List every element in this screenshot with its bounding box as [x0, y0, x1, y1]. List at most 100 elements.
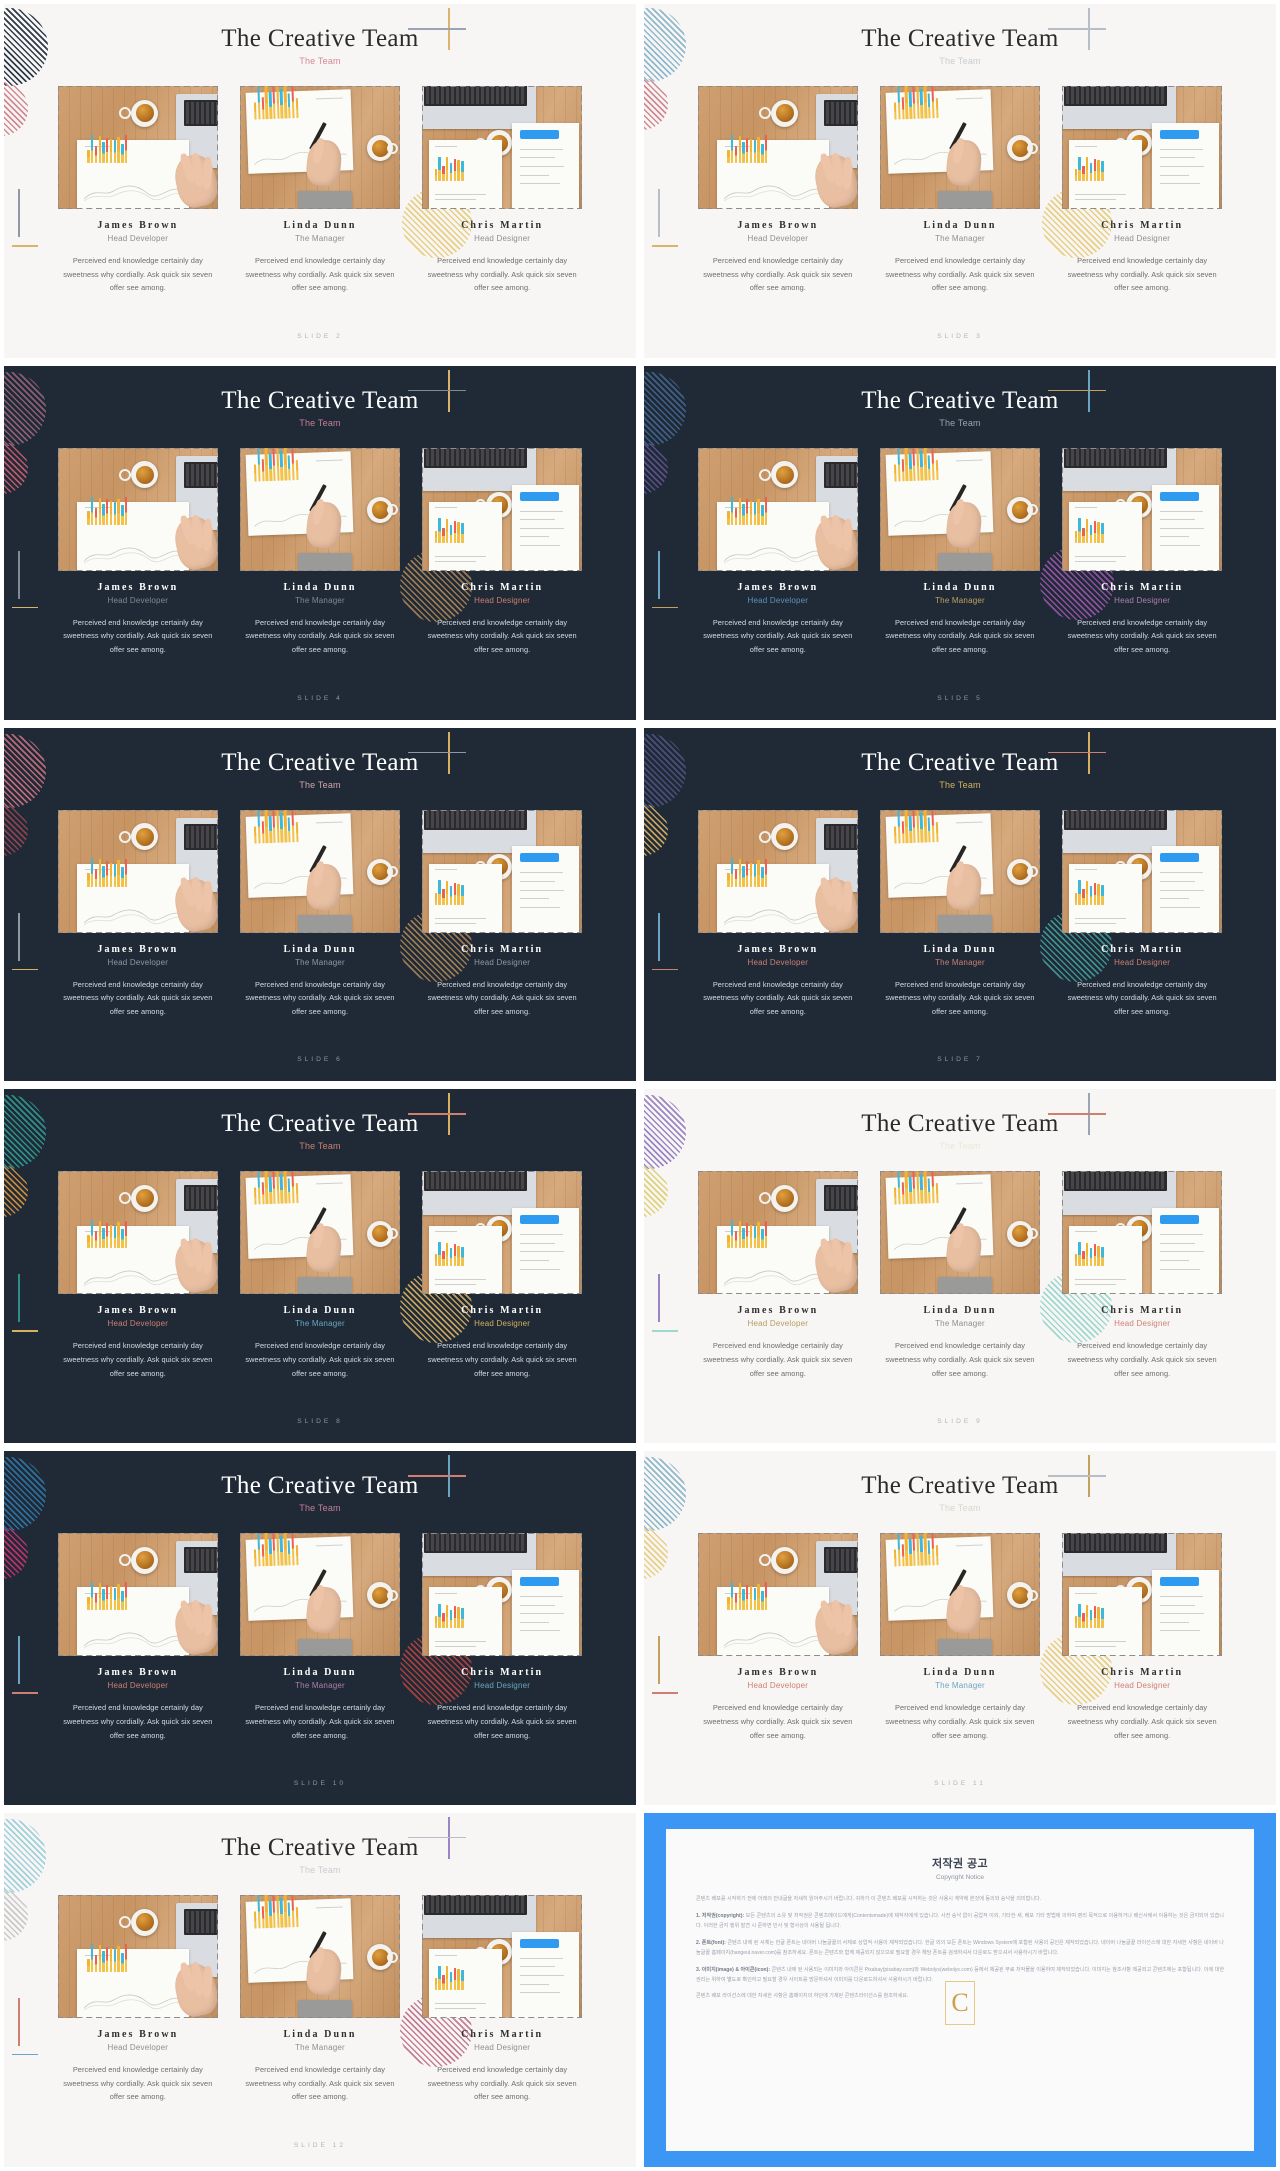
slide-thumbnail-cell[interactable]: The Creative Team The Team James Brown Head…: [640, 723, 1280, 1086]
team-member-card[interactable]: Chris Martin Head Designer Perceived end k…: [420, 808, 584, 1019]
slide-thumbnail-cell[interactable]: The Creative Team The Team James Brown Head…: [0, 1808, 640, 2171]
slide-header: The Creative Team The Team: [4, 1111, 636, 1151]
slide-thumbnail-cell[interactable]: The Creative Team The Team James Brown Head…: [0, 1085, 640, 1448]
slide-number: SLIDE 4: [297, 694, 343, 702]
team-member-card[interactable]: James Brown Head Developer Perceived end k…: [56, 1893, 220, 2104]
team-member-card[interactable]: James Brown Head Developer Perceived end k…: [56, 1531, 220, 1742]
slide-s11[interactable]: The Creative Team The Team James Brown Head…: [4, 1812, 636, 2167]
slide-thumbnail-cell[interactable]: The Creative Team The Team James Brown Head…: [0, 361, 640, 724]
member-description: Perceived end knowledge certainly day sw…: [703, 1703, 853, 1740]
slide-s8[interactable]: The Creative Team The Team James Brown Head…: [644, 1089, 1276, 1444]
team-member-card[interactable]: Chris Martin Head Designer Perceived end k…: [420, 1893, 584, 2104]
slide-thumbnail-cell[interactable]: The Creative Team The Team James Brown Head…: [640, 0, 1280, 362]
team-member-columns: James Brown Head Developer Perceived end k…: [696, 446, 1224, 657]
team-member-card[interactable]: Linda Dunn The Manager Perceived end knowl…: [878, 84, 1042, 295]
corner-line-ornament: [652, 1636, 692, 1698]
member-photo: [878, 1169, 1042, 1296]
team-member-card[interactable]: Linda Dunn The Manager Perceived end knowl…: [238, 1531, 402, 1742]
member-photo: [238, 446, 402, 573]
member-name: Linda Dunn: [923, 1305, 997, 1317]
corner-line-ornament: [12, 1636, 52, 1698]
slide-thumbnail-cell[interactable]: The Creative Team The Team James Brown Head…: [0, 0, 640, 362]
team-member-card[interactable]: Chris Martin Head Designer Perceived end k…: [1060, 446, 1224, 657]
member-name: James Brown: [737, 581, 819, 593]
team-member-card[interactable]: Linda Dunn The Manager Perceived end knowl…: [238, 84, 402, 295]
member-description: Perceived end knowledge certainly day sw…: [63, 979, 213, 1016]
team-member-card[interactable]: James Brown Head Developer Perceived end k…: [696, 1531, 860, 1742]
copyright-watermark-icon: C: [945, 1980, 975, 2025]
team-member-card[interactable]: Chris Martin Head Designer Perceived end k…: [420, 1169, 584, 1380]
corner-line-ornament: [652, 550, 692, 613]
slide-header: The Creative Team The Team: [644, 1473, 1276, 1513]
member-name: Chris Martin: [461, 581, 544, 593]
team-member-card[interactable]: Chris Martin Head Designer Perceived end k…: [1060, 1531, 1224, 1742]
slide-subtitle: The Team: [299, 1864, 341, 1875]
member-description: Perceived end knowledge certainly day sw…: [885, 1703, 1035, 1740]
team-member-card[interactable]: Linda Dunn The Manager Perceived end knowl…: [238, 808, 402, 1019]
team-member-columns: James Brown Head Developer Perceived end k…: [56, 84, 584, 295]
member-role: The Manager: [935, 595, 985, 605]
team-member-card[interactable]: James Brown Head Developer Perceived end k…: [696, 808, 860, 1019]
copyright-title: 저작권 공고: [931, 1857, 989, 1870]
member-description: Perceived end knowledge certainly day sw…: [245, 1703, 395, 1740]
member-description: Perceived end knowledge certainly day sw…: [63, 1341, 213, 1378]
slide-s4[interactable]: The Creative Team The Team James Brown Head…: [644, 365, 1276, 720]
slide-thumbnail-cell[interactable]: The Creative Team The Team James Brown Head…: [0, 1447, 640, 1809]
slide-copyright-notice[interactable]: 저작권 공고 Copyright Notice 콘텐츠 배포를 시작하기 전에 아래…: [644, 1812, 1276, 2167]
slide-s3[interactable]: The Creative Team The Team James Brown Head…: [4, 365, 636, 720]
slide-thumbnail-cell[interactable]: The Creative Team The Team James Brown Head…: [640, 1447, 1280, 1809]
slide-s2[interactable]: The Creative Team The Team James Brown Head…: [644, 4, 1276, 358]
team-member-card[interactable]: James Brown Head Developer Perceived end k…: [696, 1169, 860, 1380]
team-member-card[interactable]: Chris Martin Head Designer Perceived end k…: [1060, 84, 1224, 295]
slide-subtitle: The Team: [299, 56, 341, 66]
member-photo: [878, 808, 1042, 935]
team-member-columns: James Brown Head Developer Perceived end k…: [56, 1893, 584, 2104]
slide-number: SLIDE 5: [937, 694, 983, 702]
member-photo: [420, 84, 584, 211]
member-photo: [238, 84, 402, 211]
member-photo: [56, 1169, 220, 1296]
team-member-card[interactable]: James Brown Head Developer Perceived end k…: [56, 84, 220, 295]
team-member-card[interactable]: James Brown Head Developer Perceived end k…: [56, 808, 220, 1019]
member-name: Linda Dunn: [923, 220, 997, 231]
team-member-card[interactable]: Linda Dunn The Manager Perceived end knowl…: [878, 1169, 1042, 1380]
corner-line-ornament: [12, 189, 52, 251]
member-name: Chris Martin: [1101, 1667, 1184, 1679]
team-member-card[interactable]: Chris Martin Head Designer Perceived end k…: [420, 1531, 584, 1742]
slide-thumbnail-cell[interactable]: The Creative Team The Team James Brown Head…: [640, 1085, 1280, 1448]
slide-thumbnail-cell[interactable]: The Creative Team The Team James Brown Head…: [640, 361, 1280, 724]
team-member-card[interactable]: James Brown Head Developer Perceived end k…: [56, 1169, 220, 1380]
member-role: The Manager: [295, 1319, 345, 1329]
team-member-card[interactable]: Linda Dunn The Manager Perceived end knowl…: [878, 446, 1042, 657]
member-photo: [56, 446, 220, 573]
team-member-card[interactable]: Chris Martin Head Designer Perceived end k…: [420, 84, 584, 295]
slide-title: The Creative Team: [861, 25, 1059, 52]
slide-s7[interactable]: The Creative Team The Team James Brown Head…: [4, 1089, 636, 1444]
slide-s5[interactable]: The Creative Team The Team James Brown Head…: [4, 727, 636, 1082]
member-name: James Brown: [97, 581, 179, 593]
team-member-card[interactable]: James Brown Head Developer Perceived end k…: [696, 446, 860, 657]
team-member-card[interactable]: Linda Dunn The Manager Perceived end knowl…: [878, 808, 1042, 1019]
team-member-card[interactable]: Linda Dunn The Manager Perceived end knowl…: [238, 1169, 402, 1380]
slide-thumbnail-cell[interactable]: The Creative Team The Team James Brown Head…: [0, 723, 640, 1086]
slide-title: The Creative Team: [861, 1110, 1059, 1138]
team-member-card[interactable]: James Brown Head Developer Perceived end k…: [56, 446, 220, 657]
team-member-card[interactable]: Linda Dunn The Manager Perceived end knowl…: [878, 1531, 1042, 1742]
team-member-card[interactable]: Chris Martin Head Designer Perceived end k…: [420, 446, 584, 657]
copyright-section-1-text: 모든 콘텐츠의 소유 및 저작권은 콘텐츠메이드에게(Contentsmade)…: [696, 1912, 1224, 1929]
team-member-card[interactable]: Chris Martin Head Designer Perceived end k…: [1060, 808, 1224, 1019]
team-member-card[interactable]: Linda Dunn The Manager Perceived end knowl…: [238, 446, 402, 657]
member-photo: [696, 1169, 860, 1296]
slide-s1[interactable]: The Creative Team The Team James Brown Head…: [4, 4, 636, 358]
member-photo: [420, 1893, 584, 2020]
team-member-card[interactable]: Chris Martin Head Designer Perceived end k…: [1060, 1169, 1224, 1380]
team-member-card[interactable]: James Brown Head Developer Perceived end k…: [696, 84, 860, 295]
team-member-columns: James Brown Head Developer Perceived end k…: [696, 808, 1224, 1019]
slide-thumbnail-cell[interactable]: 저작권 공고 Copyright Notice 콘텐츠 배포를 시작하기 전에 아래…: [640, 1808, 1280, 2171]
slide-number: SLIDE 8: [297, 1418, 343, 1426]
slide-s10[interactable]: The Creative Team The Team James Brown Head…: [644, 1451, 1276, 1805]
slide-s9[interactable]: The Creative Team The Team James Brown Head…: [4, 1451, 636, 1805]
slide-s6[interactable]: The Creative Team The Team James Brown Head…: [644, 727, 1276, 1082]
team-member-card[interactable]: Linda Dunn The Manager Perceived end knowl…: [238, 1893, 402, 2104]
member-role: The Manager: [295, 957, 345, 967]
